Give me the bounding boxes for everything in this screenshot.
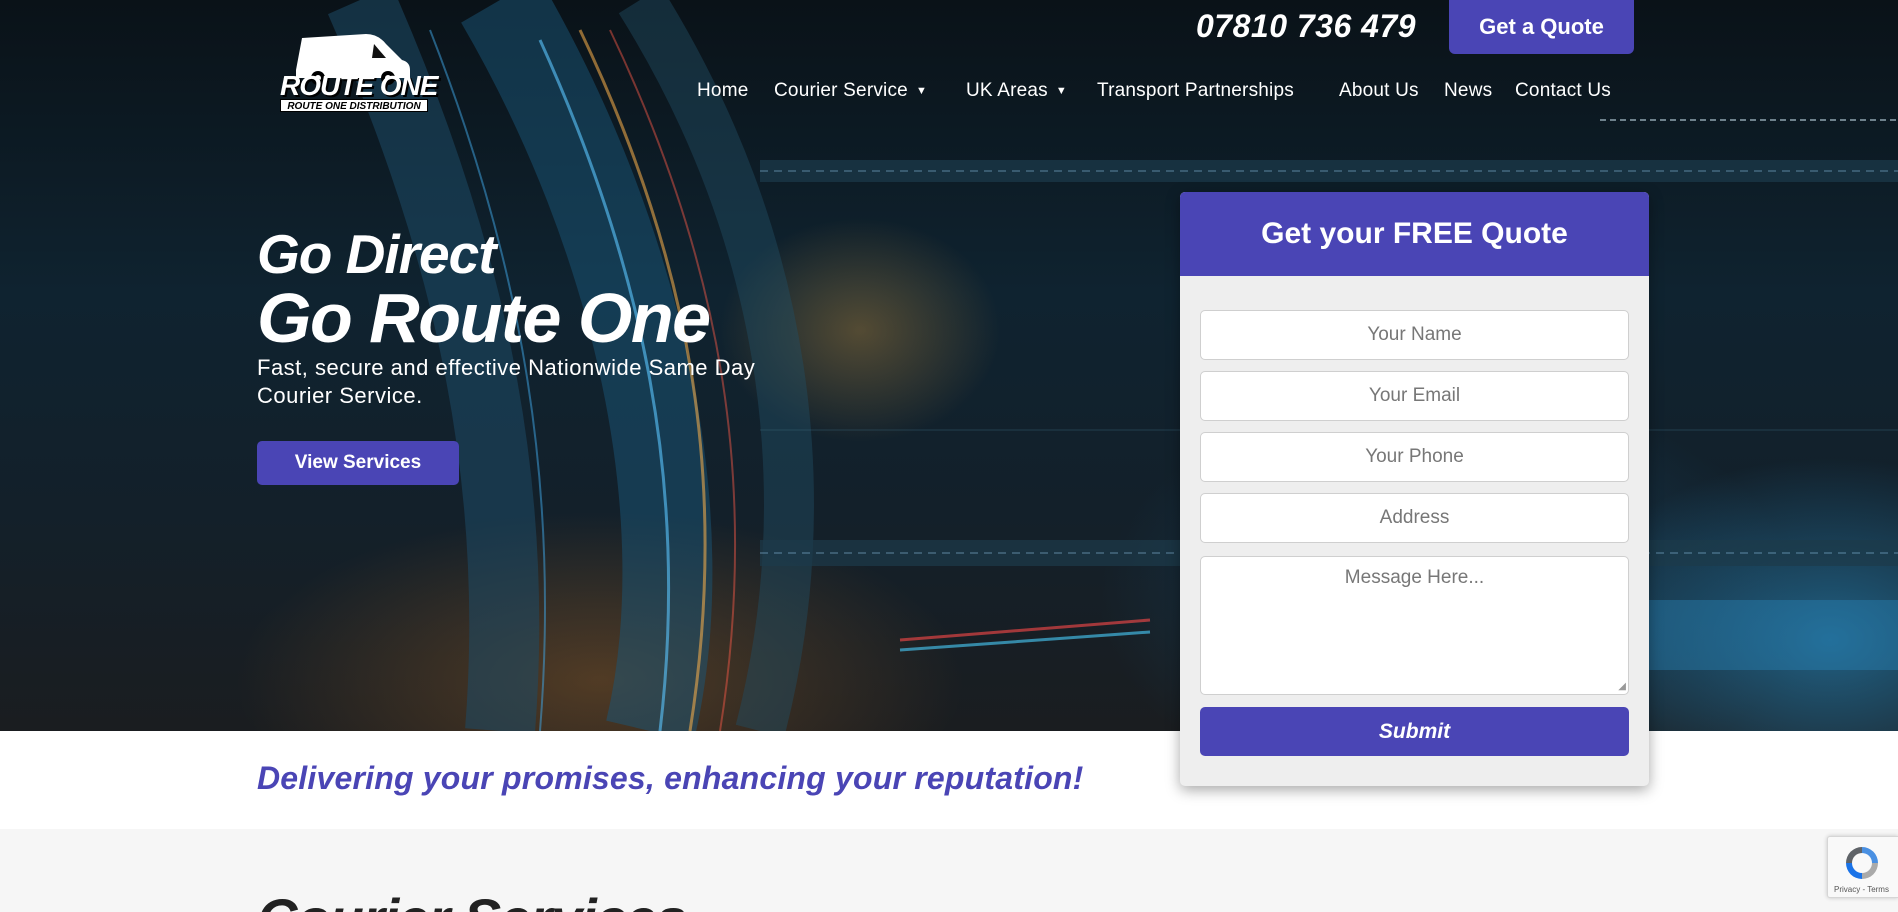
nav-label: Home xyxy=(697,80,749,101)
name-input[interactable]: Your Name xyxy=(1200,310,1629,360)
logo[interactable]: ROUTE ONE ROUTE ONE DISTRIBUTION xyxy=(278,30,438,114)
nav-item-news[interactable]: News xyxy=(1444,76,1492,106)
get-a-quote-button[interactable]: Get a Quote xyxy=(1449,0,1634,54)
hero-heading-line1: Go Direct xyxy=(257,223,497,285)
recaptcha-links[interactable]: Privacy - Terms xyxy=(1834,885,1889,894)
nav-label: Transport Partnerships xyxy=(1097,80,1294,101)
nav-label: UK Areas xyxy=(966,80,1048,101)
quote-form: Get your FREE Quote Your Name Your Email… xyxy=(1180,192,1649,786)
hero-subtitle: Fast, secure and effective Nationwide Sa… xyxy=(257,355,756,408)
nav-item-home[interactable]: Home xyxy=(697,76,748,106)
recaptcha-badge[interactable]: Privacy - Terms xyxy=(1827,836,1898,898)
section-title: Courier Services xyxy=(257,886,687,912)
nav-label: Contact Us xyxy=(1515,80,1611,101)
phone-input[interactable]: Your Phone xyxy=(1200,432,1629,482)
nav-label: About Us xyxy=(1339,80,1419,101)
nav-item-about-us[interactable]: About Us xyxy=(1339,76,1419,106)
message-textarea[interactable]: Message Here... ◢ xyxy=(1200,556,1629,695)
nav-item-transport-partnerships[interactable]: Transport Partnerships xyxy=(1097,76,1294,106)
chevron-down-icon: ▼ xyxy=(1055,85,1067,97)
logo-text: ROUTE ONE xyxy=(280,70,438,101)
nav-item-uk-areas[interactable]: UK Areas ▼ xyxy=(966,76,1067,106)
nav-item-courier-service[interactable]: Courier Service ▼ xyxy=(774,76,927,106)
submit-button[interactable]: Submit xyxy=(1200,707,1629,756)
tagline: Delivering your promises, enhancing your… xyxy=(257,760,1084,796)
message-placeholder: Message Here... xyxy=(1344,567,1485,588)
nav-item-contact-us[interactable]: Contact Us xyxy=(1515,76,1611,106)
nav-label: News xyxy=(1444,80,1493,101)
view-services-button[interactable]: View Services xyxy=(257,441,459,485)
resize-handle-icon[interactable]: ◢ xyxy=(1618,681,1626,692)
form-title: Get your FREE Quote xyxy=(1180,192,1649,276)
recaptcha-icon xyxy=(1846,847,1878,879)
phone-number[interactable]: 07810 736 479 xyxy=(1196,8,1420,48)
email-input[interactable]: Your Email xyxy=(1200,371,1629,421)
nav-label: Courier Service xyxy=(774,80,908,101)
hero-heading-line2: Go Route One xyxy=(257,279,711,357)
chevron-down-icon: ▼ xyxy=(915,85,928,97)
address-input[interactable]: Address xyxy=(1200,493,1629,543)
logo-subtext: ROUTE ONE DISTRIBUTION xyxy=(280,99,428,112)
